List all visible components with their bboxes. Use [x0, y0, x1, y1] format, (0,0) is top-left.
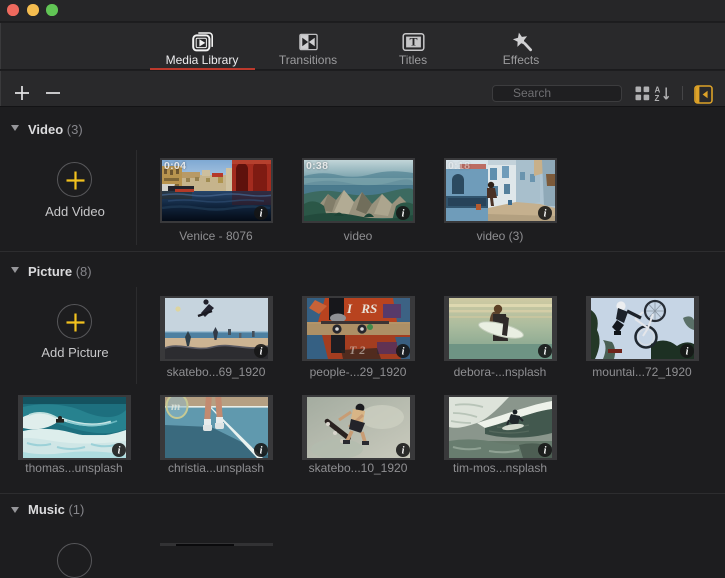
svg-text:i: i: [260, 209, 263, 220]
svg-text:i: i: [544, 209, 547, 220]
svg-text:i: i: [260, 446, 263, 457]
svg-text:T 2: T 2: [349, 343, 365, 357]
svg-text:Z: Z: [655, 94, 660, 102]
svg-text:i: i: [118, 446, 121, 457]
svg-text:i: i: [544, 446, 547, 457]
svg-text:I RS: I RS: [346, 301, 377, 316]
svg-text:i: i: [544, 347, 547, 358]
svg-text:m: m: [171, 399, 180, 413]
svg-text:T: T: [409, 35, 417, 49]
svg-text:i: i: [260, 347, 263, 358]
svg-text:i: i: [402, 347, 405, 358]
svg-text:i: i: [402, 446, 405, 457]
svg-text:i: i: [402, 209, 405, 220]
svg-text:i: i: [686, 347, 689, 358]
